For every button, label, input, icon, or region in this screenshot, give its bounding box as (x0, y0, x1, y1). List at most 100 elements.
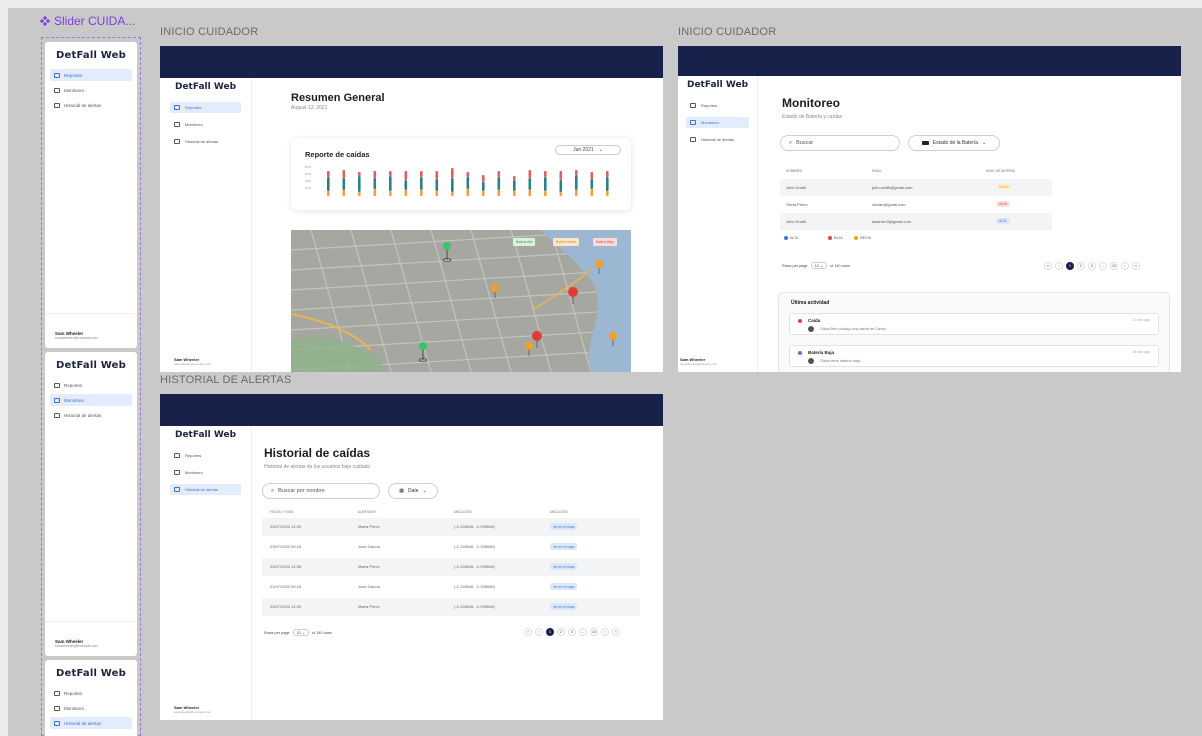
bar-segment (513, 191, 516, 196)
component-title[interactable]: Slider CUIDA... (40, 14, 135, 28)
page-button[interactable]: 1 (546, 628, 554, 636)
page-button[interactable]: » (612, 628, 620, 636)
bar-segment (544, 177, 547, 191)
month-select[interactable]: Jun 2021 ⌄ (555, 145, 621, 155)
table-row[interactable]: 03/07/2022 14:05 María Pérez (-2.128946, -… (262, 558, 640, 576)
page-button[interactable]: ... (579, 628, 587, 636)
page-button[interactable]: ‹ (1055, 262, 1063, 270)
nav-reportes[interactable]: Reportes (50, 687, 132, 699)
bar-segment (575, 175, 578, 190)
date-filter-button[interactable]: ▦ Date ⌄ (388, 483, 438, 499)
variant-historial[interactable]: DetFall Web Reportes Monitoreo Historial… (45, 660, 137, 736)
nav-monitoreo[interactable]: Monitoreo (50, 84, 132, 96)
nav-monitoreo[interactable]: Monitoreo (686, 117, 749, 128)
nav-reportes[interactable]: Reportes (50, 69, 132, 81)
frame-label-inicio-1[interactable]: INICIO CUIDADOR (160, 26, 258, 38)
battery-filter-button[interactable]: Estado de la Batería ⌄ (908, 135, 1000, 151)
activity-item[interactable]: Batería Baja Olivia tiene batería baja. … (789, 345, 1159, 367)
nav-label: Reportes (185, 105, 202, 110)
page-button[interactable]: 3 (1088, 262, 1096, 270)
frame-label-historial[interactable]: HISTORIAL DE ALERTAS (160, 374, 291, 386)
bar-segment (482, 182, 485, 191)
page-button[interactable]: › (601, 628, 609, 636)
nav-label: Historial de alertas (185, 139, 219, 144)
total-rows: of 140 rows (830, 263, 850, 268)
page-title: Historial de caídas (264, 446, 371, 460)
frame-monitoreo[interactable]: DetFall Web Reportes Monitoreo Historial… (678, 46, 1181, 372)
nav-label: Reportes (64, 72, 83, 78)
nav-historial[interactable]: Historial de alertas (50, 99, 132, 111)
cell-who: Juan García (358, 584, 380, 589)
page-button[interactable]: « (1044, 262, 1052, 270)
cell-name: John Smith (786, 219, 807, 224)
nav-label: Monitoreo (64, 87, 85, 93)
nav-label: Reportes (701, 103, 718, 108)
page-button[interactable]: ‹ (535, 628, 543, 636)
page-button[interactable]: 2 (557, 628, 565, 636)
cell-who: María Pérez (358, 564, 380, 569)
table-row[interactable]: 03/07/2022 09:15 Juan García (-2.128946, -… (262, 538, 640, 556)
search-input[interactable]: ⌕ Buscar por nombre (262, 483, 380, 499)
table-row[interactable]: John Smith dwarren3@gmail.com ALTA (780, 213, 1052, 230)
page-button[interactable]: ... (1099, 262, 1107, 270)
bar-segment (420, 177, 423, 190)
table-row[interactable]: John Smith john.smith@gmail.com MEDIA (780, 179, 1052, 196)
nav-reportes[interactable]: Reportes (170, 102, 241, 113)
view-on-map-link[interactable]: Ver en el mapa (550, 563, 578, 570)
page-button[interactable]: 10 (590, 628, 598, 636)
table-row[interactable]: 03/07/2022 14:00 María Pérez (-2.128946, -… (262, 518, 640, 536)
page-button[interactable]: 3 (568, 628, 576, 636)
bar-segment (497, 190, 501, 196)
variant-monitoreo[interactable]: DetFall Web Reportes Monitoreo Historial… (45, 352, 137, 656)
component-frame[interactable]: DetFall Web Reportes Monitoreo Historial… (41, 37, 141, 736)
nav-label: Monitoreo (185, 470, 203, 475)
frame-reportes[interactable]: DetFall Web Reportes Monitoreo Historial… (160, 46, 663, 372)
bar-segment (482, 175, 485, 182)
view-on-map-link[interactable]: Ver en el mapa (550, 603, 578, 610)
rows-per-page-select[interactable]: 10 ⌄ (292, 629, 310, 636)
chevron-down-icon: ⌄ (422, 488, 427, 494)
bar-segment (327, 191, 330, 196)
frame-label-inicio-2[interactable]: INICIO CUIDADOR (678, 26, 776, 38)
table-row[interactable]: 03/07/2022 14:00 María Pérez (-2.128946, -… (262, 598, 640, 616)
nav-monitoreo[interactable]: Monitoreo (170, 467, 241, 478)
nav-historial[interactable]: Historial de alertas (170, 136, 241, 147)
nav-historial[interactable]: Historial de alertas (50, 717, 132, 729)
page-button[interactable]: 2 (1077, 262, 1085, 270)
map-view[interactable]: Batería Alta Batería Media Batería Baja (291, 230, 631, 372)
legend-baja: BAJA (828, 236, 843, 240)
nav-reportes[interactable]: Reportes (170, 450, 241, 461)
history-icon (174, 139, 180, 144)
activity-item[interactable]: Caída Olivia Ben produjo una alerta de C… (789, 313, 1159, 335)
variant-reportes[interactable]: DetFall Web Reportes Monitoreo Historial… (45, 42, 137, 348)
view-on-map-link[interactable]: Ver en el mapa (550, 543, 578, 550)
battery-filter-label: Estado de la Batería (932, 140, 979, 146)
search-input[interactable]: ⌕ Buscar (780, 135, 900, 151)
view-on-map-link[interactable]: Ver en el mapa (550, 583, 578, 590)
nav-reportes[interactable]: Reportes (686, 100, 749, 111)
page-button[interactable]: › (1121, 262, 1129, 270)
table-row[interactable]: 01/07/2022 09:15 Juan García (-2.128946, -… (262, 578, 640, 596)
bar-segment (327, 171, 330, 177)
page-button[interactable]: » (1132, 262, 1140, 270)
page-button[interactable]: 1 (1066, 262, 1074, 270)
nav-monitoreo[interactable]: Monitoreo (50, 394, 132, 406)
bar-segment (435, 179, 439, 191)
nav-reportes[interactable]: Reportes (50, 379, 132, 391)
chevron-down-icon: ⌄ (598, 147, 603, 153)
chart-card: Reporte de caídas Jun 2021 ⌄ 80% 60% 40% … (291, 138, 631, 210)
nav-historial[interactable]: Historial de alertas (170, 484, 241, 495)
frame-historial[interactable]: DetFall Web Reportes Monitoreo Historial… (160, 394, 663, 720)
bar-segment (513, 180, 516, 191)
avatar (808, 358, 814, 364)
nav-monitoreo[interactable]: Monitoreo (50, 702, 132, 714)
page-button[interactable]: 10 (1110, 262, 1118, 270)
table-row[interactable]: Olivia Perez olivian@gmail.com BAJA (780, 196, 1052, 213)
canvas-edge-top (0, 0, 1202, 8)
nav-historial[interactable]: Historial de alertas (686, 134, 749, 145)
view-on-map-link[interactable]: Ver en el mapa (550, 523, 578, 530)
nav-historial[interactable]: Historial de alertas (50, 409, 132, 421)
rows-per-page-select[interactable]: 10 ⌄ (810, 262, 828, 269)
nav-monitoreo[interactable]: Monitoreo (170, 119, 241, 130)
page-button[interactable]: « (524, 628, 532, 636)
